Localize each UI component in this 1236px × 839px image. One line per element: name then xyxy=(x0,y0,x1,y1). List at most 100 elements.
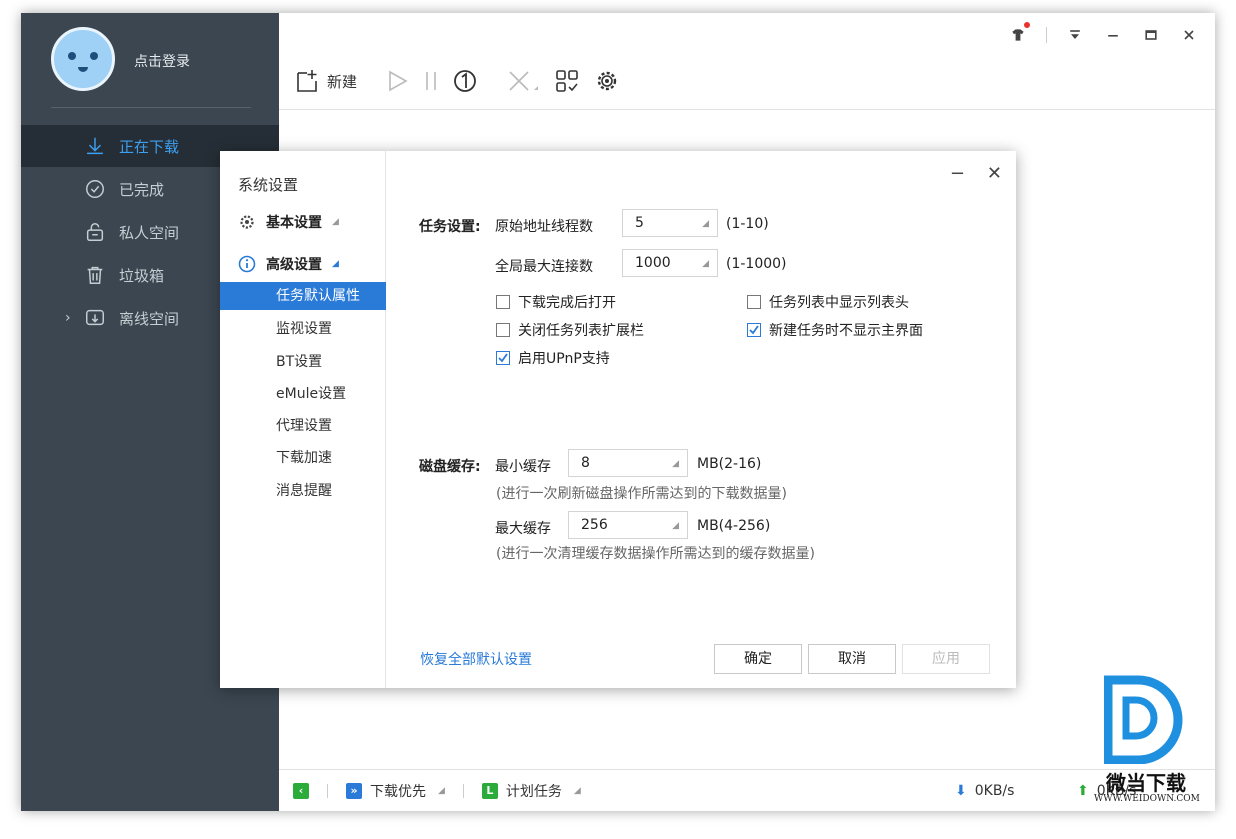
status-divider xyxy=(327,783,328,798)
threads-range: (1-10) xyxy=(726,216,769,232)
weidown-logo xyxy=(1104,675,1183,764)
avatar-eye-left xyxy=(68,52,76,60)
settings-nav: 系统设置 基本设置 ◢ 高级设置 ◢ 任务默认属性 监视设置 BT设置 eMul… xyxy=(220,151,386,688)
restore-defaults-link[interactable]: 恢复全部默认设置 xyxy=(420,649,532,669)
option-label: 新建任务时不显示主界面 xyxy=(769,323,923,339)
new-task-button[interactable]: 新建 xyxy=(293,67,357,95)
option-label: 关闭任务列表扩展栏 xyxy=(518,323,644,339)
settings-button[interactable] xyxy=(593,67,621,95)
one-circle-icon xyxy=(454,70,476,92)
gear-icon xyxy=(240,215,254,229)
minimize-icon[interactable] xyxy=(1103,25,1123,45)
toolbar: 新建 xyxy=(293,61,621,101)
maximize-icon[interactable] xyxy=(1141,25,1161,45)
min-cache-hint: (进行一次刷新磁盘操作所需达到的下载数据量) xyxy=(496,486,787,502)
collapse-sidebar-icon[interactable]: ‹ xyxy=(293,782,309,799)
sidebar-item-label: 私人空间 xyxy=(119,223,180,242)
schedule-icon: L xyxy=(481,782,498,799)
scheduled-task-button[interactable]: L 计划任务 ◢ xyxy=(481,781,581,801)
window-controls xyxy=(1008,22,1199,45)
min-cache-input[interactable]: 8 ◢ xyxy=(568,449,688,477)
nav-download-acceleration[interactable]: 下载加速 xyxy=(220,444,386,472)
checkmark-icon xyxy=(749,325,759,335)
checkbox-checked[interactable] xyxy=(496,351,510,365)
disk-cache-heading: 磁盘缓存: xyxy=(419,459,481,475)
option-show-list-header[interactable]: 任务列表中显示列表头 xyxy=(747,292,909,312)
connections-range: (1-1000) xyxy=(726,256,787,272)
nav-task-defaults[interactable]: 任务默认属性 xyxy=(220,282,386,310)
group-basic-settings[interactable]: 基本设置 ◢ xyxy=(238,212,339,232)
max-cache-value: 256 xyxy=(581,517,608,533)
lock-icon xyxy=(83,220,107,244)
sidebar-item-label: 垃圾箱 xyxy=(119,266,165,285)
up-arrow-icon: ⬆ xyxy=(1077,782,1089,799)
delete-button[interactable] xyxy=(505,67,541,95)
single-task-button[interactable] xyxy=(451,67,479,95)
nav-emule-settings[interactable]: eMule设置 xyxy=(220,380,386,408)
toolbar-divider xyxy=(279,109,1215,110)
checkbox[interactable] xyxy=(496,323,510,337)
connections-value: 1000 xyxy=(635,255,671,271)
avatar-eye-right xyxy=(90,52,98,60)
pause-icon xyxy=(426,72,436,90)
chevron-right-icon[interactable]: › xyxy=(65,310,71,326)
skin-icon[interactable] xyxy=(1008,22,1030,45)
gear-icon xyxy=(597,71,617,91)
nav-message-alerts[interactable]: 消息提醒 xyxy=(220,477,386,505)
start-button[interactable] xyxy=(383,67,411,95)
checkbox[interactable] xyxy=(747,295,761,309)
new-task-label: 新建 xyxy=(327,72,358,91)
nav-bt-settings[interactable]: BT设置 xyxy=(220,348,386,376)
checkmark-icon xyxy=(498,353,508,363)
checkbox-checked[interactable] xyxy=(747,323,761,337)
ok-button[interactable]: 确定 xyxy=(714,644,802,674)
close-icon[interactable] xyxy=(1179,25,1199,45)
delete-icon xyxy=(509,71,539,91)
new-file-icon xyxy=(297,70,317,92)
download-arrow-icon xyxy=(83,134,107,158)
status-bar: ‹ » 下载优先 ◢ L 计划任务 ◢ ⬇ 0KB/s ⬆ 0KB/s xyxy=(279,769,1215,811)
dialog-controls: − ✕ xyxy=(950,163,1002,184)
connections-input[interactable]: 1000 ◢ xyxy=(622,249,718,277)
nav-monitor-settings[interactable]: 监视设置 xyxy=(220,315,386,343)
min-cache-label: 最小缓存 xyxy=(495,459,551,475)
watermark-url: WWW.WEIDOWN.COM xyxy=(1094,794,1200,804)
threads-input[interactable]: 5 ◢ xyxy=(622,209,718,237)
cancel-button[interactable]: 取消 xyxy=(808,644,896,674)
main-menu-icon[interactable] xyxy=(1065,25,1085,45)
info-icon xyxy=(238,255,256,273)
min-cache-value: 8 xyxy=(581,455,590,471)
spin-triangle-icon[interactable]: ◢ xyxy=(672,513,679,539)
dropdown-triangle-icon: ◢ xyxy=(438,785,445,796)
download-priority-button[interactable]: » 下载优先 ◢ xyxy=(346,781,445,801)
max-cache-input[interactable]: 256 ◢ xyxy=(568,511,688,539)
spin-triangle-icon[interactable]: ◢ xyxy=(702,211,709,237)
dialog-close-icon[interactable]: ✕ xyxy=(987,163,1002,184)
spin-triangle-icon[interactable]: ◢ xyxy=(702,251,709,277)
sidebar-item-label: 离线空间 xyxy=(119,309,180,328)
nav-proxy-settings[interactable]: 代理设置 xyxy=(220,412,386,440)
pause-button[interactable] xyxy=(423,67,439,95)
spin-triangle-icon[interactable]: ◢ xyxy=(672,451,679,477)
sidebar-item-label: 正在下载 xyxy=(119,137,180,156)
settings-dialog: 系统设置 基本设置 ◢ 高级设置 ◢ 任务默认属性 监视设置 BT设置 eMul… xyxy=(220,151,1016,688)
group-advanced-settings[interactable]: 高级设置 ◢ xyxy=(238,254,339,274)
option-close-extension-bar[interactable]: 关闭任务列表扩展栏 xyxy=(496,320,644,340)
option-open-after-download[interactable]: 下载完成后打开 xyxy=(496,292,616,312)
option-enable-upnp[interactable]: 启用UPnP支持 xyxy=(496,348,610,368)
option-label: 下载完成后打开 xyxy=(518,295,616,311)
view-mode-button[interactable] xyxy=(553,67,581,95)
avatar-mouth xyxy=(78,67,88,72)
priority-icon: » xyxy=(346,782,362,799)
dialog-title: 系统设置 xyxy=(238,176,299,194)
grid-icon xyxy=(556,70,578,92)
checkbox[interactable] xyxy=(496,295,510,309)
avatar[interactable] xyxy=(51,27,115,91)
apply-button[interactable]: 应用 xyxy=(902,644,990,674)
option-label: 任务列表中显示列表头 xyxy=(769,295,909,311)
option-hide-main-on-new[interactable]: 新建任务时不显示主界面 xyxy=(747,320,923,340)
group-label: 基本设置 xyxy=(266,215,322,231)
dialog-minimize-icon[interactable]: − xyxy=(950,163,965,184)
login-link[interactable]: 点击登录 xyxy=(134,51,190,71)
download-priority-label: 下载优先 xyxy=(370,783,426,800)
